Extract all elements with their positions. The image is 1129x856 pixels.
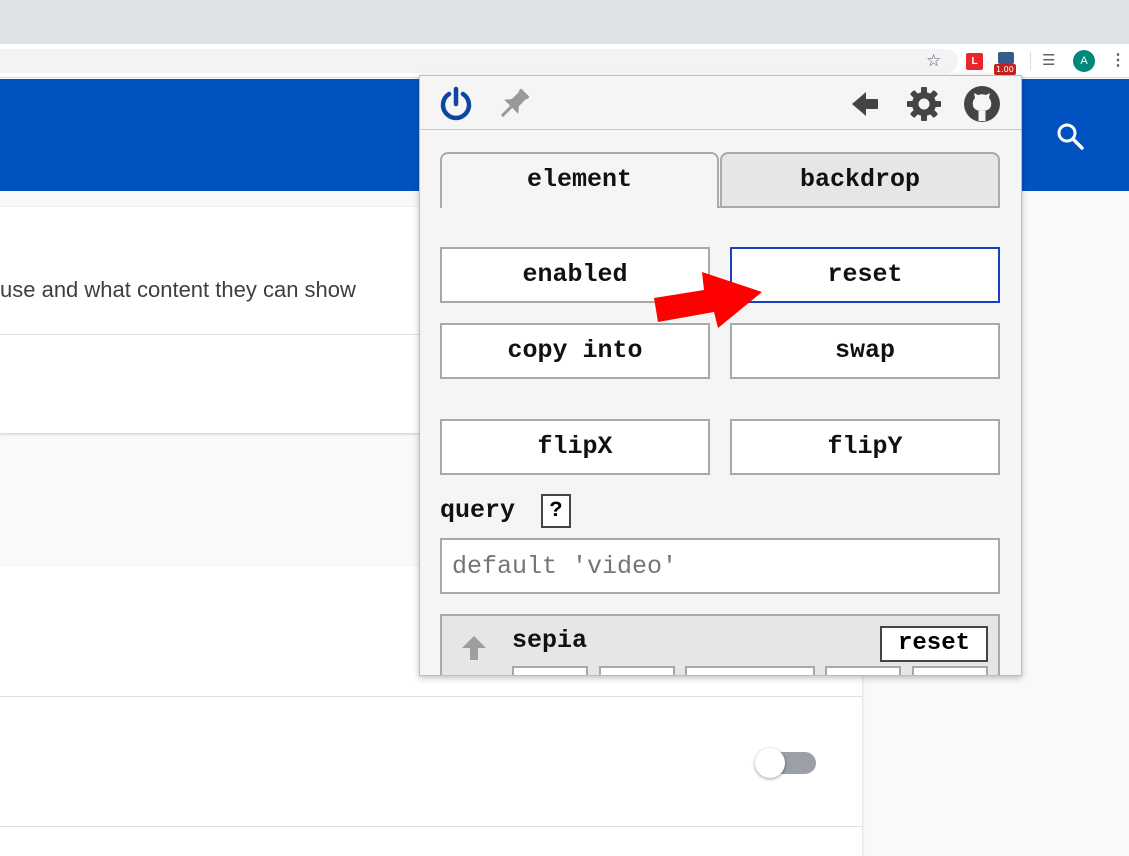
browser-tab-strip [0, 0, 1129, 44]
extension-popup: element backdrop enabled reset copy into… [419, 75, 1022, 676]
reset-button[interactable]: reset [730, 247, 1000, 303]
toggle-thumb [755, 748, 785, 778]
query-label: query [440, 496, 516, 525]
extension-badge: 1.00 [994, 64, 1016, 75]
power-icon[interactable] [436, 84, 476, 124]
tab-backdrop[interactable]: backdrop [720, 152, 1000, 208]
extension-l-icon[interactable]: L [966, 53, 983, 70]
flipx-button[interactable]: flipX [440, 419, 710, 475]
address-bar[interactable] [0, 49, 958, 73]
browser-toolbar: ☆ L 1.00 ☰ A ⋮ [0, 44, 1129, 78]
filter-option-button[interactable] [825, 666, 901, 675]
video-extension-screen [998, 52, 1014, 64]
header-divider [420, 129, 1021, 130]
back-arrow-icon[interactable] [844, 84, 884, 124]
arrow-up-icon[interactable] [460, 634, 488, 662]
video-extension-icon[interactable]: 1.00 [994, 50, 1019, 75]
filter-option-button[interactable] [685, 666, 815, 675]
card-divider [0, 696, 862, 697]
media-queue-icon[interactable]: ☰ [1042, 51, 1055, 69]
browser-menu-icon[interactable]: ⋮ [1110, 50, 1126, 70]
swap-button[interactable]: swap [730, 323, 1000, 379]
gear-icon[interactable] [904, 84, 944, 124]
tab-baseline [718, 206, 1000, 208]
settings-description: use and what content they can show [0, 277, 356, 302]
query-help-button[interactable]: ? [541, 494, 571, 528]
filter-option-button[interactable] [912, 666, 988, 675]
filter-name: sepia [512, 626, 588, 655]
filter-reset-button[interactable]: reset [880, 626, 988, 662]
query-input[interactable] [440, 538, 1000, 594]
tab-element[interactable]: element [440, 152, 719, 208]
annotation-arrow-icon [654, 272, 762, 328]
pin-icon[interactable] [494, 84, 534, 124]
github-icon[interactable] [962, 84, 1002, 124]
profile-avatar[interactable]: A [1073, 50, 1095, 72]
flipy-button[interactable]: flipY [730, 419, 1000, 475]
setting-toggle[interactable] [755, 746, 817, 780]
filter-option-button[interactable] [599, 666, 675, 675]
bookmark-star-icon[interactable]: ☆ [926, 51, 941, 71]
filter-row-sepia: sepia reset [440, 614, 1000, 675]
search-icon[interactable] [1054, 120, 1086, 152]
toolbar-separator [1030, 52, 1031, 70]
card-divider [0, 826, 862, 827]
filter-option-button[interactable] [512, 666, 588, 675]
